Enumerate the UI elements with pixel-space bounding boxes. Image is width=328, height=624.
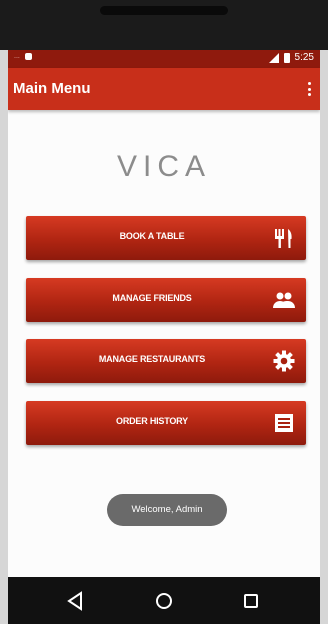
app-bar: Main Menu: [8, 68, 320, 110]
carrier-text: ...: [14, 53, 20, 60]
manage-restaurants-button[interactable]: MANAGE RESTAURANTS: [26, 339, 306, 383]
signal-icon: [268, 52, 279, 63]
book-table-label: BOOK A TABLE: [119, 231, 185, 241]
overflow-menu-icon[interactable]: [308, 82, 312, 96]
device-left-edge: [0, 50, 8, 624]
home-icon[interactable]: [149, 587, 179, 615]
status-right: 5:25: [268, 52, 314, 63]
status-time: 5:25: [294, 52, 314, 63]
device-top-bezel: [0, 0, 328, 50]
gear-icon: [273, 350, 295, 372]
list-icon: [275, 414, 293, 432]
battery-icon: [283, 52, 290, 63]
manage-restaurants-label: MANAGE RESTAURANTS: [98, 354, 206, 364]
welcome-toast: Welcome, Admin: [107, 494, 227, 526]
status-bar: ... 5:25: [8, 50, 320, 68]
order-history-button[interactable]: ORDER HISTORY: [26, 401, 306, 445]
device-speaker: [100, 6, 228, 15]
friends-icon: [273, 292, 295, 308]
system-nav-bar: [8, 577, 320, 624]
notification-icon: [24, 53, 32, 60]
page-title: Main Menu: [13, 80, 91, 97]
device-right-edge: [320, 50, 328, 624]
back-icon[interactable]: [61, 587, 91, 615]
order-history-label: ORDER HISTORY: [116, 416, 188, 426]
app-screen: ... 5:25 Main Menu VICA BOOK A TABLE MAN…: [8, 50, 320, 577]
book-table-button[interactable]: BOOK A TABLE: [26, 216, 306, 260]
manage-friends-button[interactable]: MANAGE FRIENDS: [26, 278, 306, 322]
status-left: ...: [14, 53, 32, 60]
app-logo: VICA: [116, 150, 212, 183]
fork-knife-icon: [275, 229, 292, 248]
recents-icon[interactable]: [236, 587, 266, 615]
manage-friends-label: MANAGE FRIENDS: [112, 293, 192, 303]
